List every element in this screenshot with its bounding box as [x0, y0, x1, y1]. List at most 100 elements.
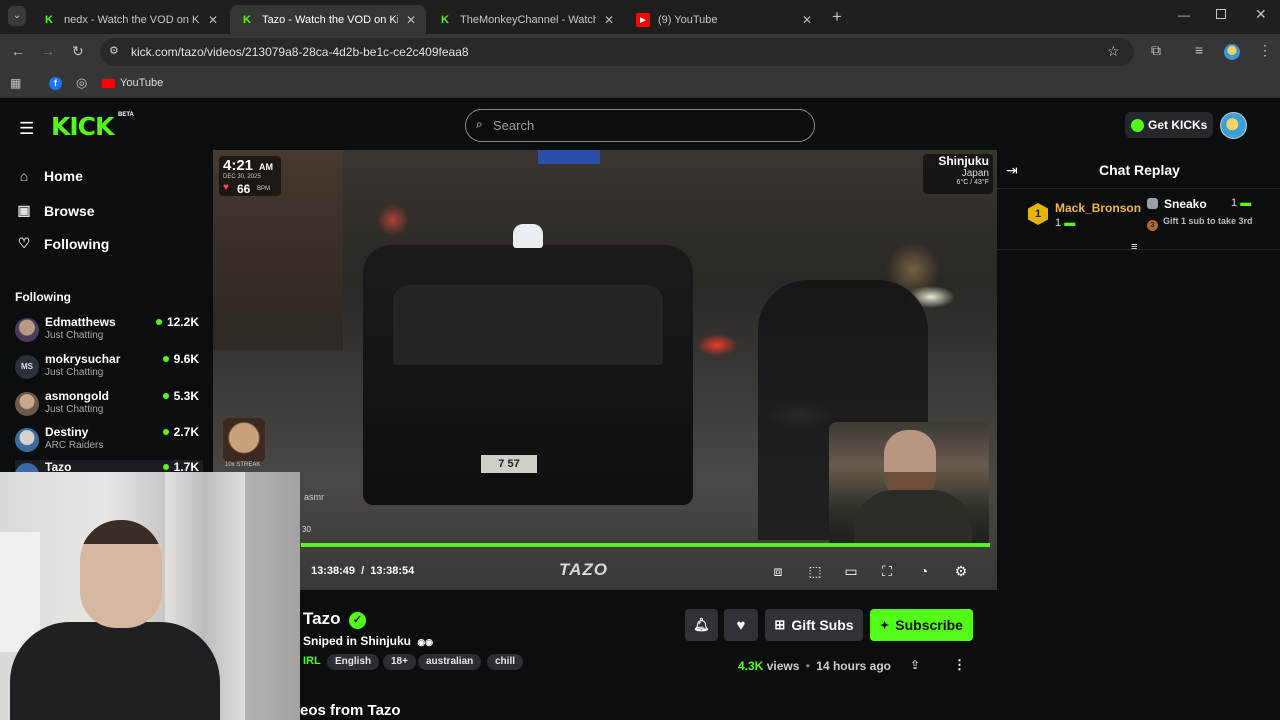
- eyes-emoji-icon: ◉◉: [417, 637, 434, 647]
- viewer-count-value: 12.2K: [166, 315, 199, 329]
- search-icon: ⌕: [476, 117, 483, 131]
- minimize-icon[interactable]: —: [1178, 8, 1190, 22]
- leaderboard-count-2: 1 ▬: [1231, 197, 1251, 209]
- gift-cta[interactable]: Gift 1 sub to take 3rd: [1163, 216, 1258, 226]
- leaderboard-name-1[interactable]: Mack_Bronson: [1055, 201, 1141, 215]
- expand-leaderboard-icon[interactable]: ≡: [1131, 241, 1137, 253]
- tab-title: nedx - Watch the VOD on Kick: [64, 13, 200, 26]
- video-progress-bar[interactable]: [301, 543, 991, 547]
- pip-icon[interactable]: ⧈: [770, 563, 786, 579]
- close-tab-icon[interactable]: ✕: [604, 13, 614, 27]
- fullscreen-icon[interactable]: ⛶: [879, 563, 895, 579]
- bookmark-star-icon[interactable]: ☆: [1107, 43, 1120, 60]
- overlay-bpm: 66: [237, 182, 251, 196]
- gift-subs-button[interactable]: ⊞ Gift Subs: [765, 609, 863, 641]
- subscribe-label: Subscribe: [895, 617, 963, 633]
- profile-avatar-icon[interactable]: [1224, 44, 1240, 60]
- avatar: [15, 318, 39, 342]
- overlay-time: 4:21: [223, 157, 254, 174]
- home-icon: ⌂: [19, 168, 29, 184]
- tab-tazo[interactable]: K Tazo - Watch the VOD on Kick ✕: [230, 5, 426, 34]
- tag-australian[interactable]: australian: [418, 654, 482, 670]
- restore-icon[interactable]: [1216, 9, 1226, 19]
- close-tab-icon[interactable]: ✕: [208, 13, 218, 27]
- subscribe-button[interactable]: ✦ Subscribe: [870, 609, 973, 641]
- search-input[interactable]: ⌕ Search: [465, 109, 815, 142]
- side-number: 30: [302, 525, 311, 534]
- share-icon[interactable]: ⇪: [910, 658, 920, 672]
- collapse-chat-icon[interactable]: ⇥: [1006, 162, 1018, 179]
- get-kicks-button[interactable]: Get KICKs: [1125, 112, 1213, 138]
- site-info-icon[interactable]: ⚙: [109, 44, 119, 57]
- kick-logo[interactable]: KICK: [51, 112, 114, 141]
- tag-chill[interactable]: chill: [487, 654, 524, 670]
- speed-icon[interactable]: ◔: [916, 563, 932, 579]
- gift-icon: ▬: [1064, 217, 1076, 229]
- followed-channel-tazo[interactable]: Tazo 1.7K: [15, 460, 203, 472]
- new-tab-button[interactable]: +: [832, 7, 842, 27]
- back-icon[interactable]: ←: [11, 43, 25, 59]
- chat-divider-2: [997, 249, 1280, 250]
- taxi-roof-sign: [513, 224, 543, 248]
- avatar: [15, 392, 39, 416]
- followed-channel-asmongold[interactable]: asmongold Just Chatting 5.3K: [15, 389, 203, 425]
- forward-icon[interactable]: →: [41, 43, 55, 59]
- channel-category: Just Chatting: [45, 367, 104, 378]
- more-options-icon[interactable]: ⋮: [953, 657, 966, 673]
- browser-menu-icon[interactable]: ⋮: [1258, 42, 1272, 59]
- heart-icon: ♡: [17, 235, 31, 251]
- youtube-bookmark[interactable]: YouTube: [102, 77, 163, 89]
- close-window-icon[interactable]: ✕: [1255, 6, 1267, 23]
- globe-bookmark-icon[interactable]: ◎: [76, 75, 87, 91]
- viewer-webcam: [0, 472, 300, 720]
- category-link[interactable]: IRL: [303, 655, 321, 667]
- viewer-count: 1.7K: [162, 460, 199, 472]
- tag-18plus[interactable]: 18+: [383, 654, 416, 670]
- time-ago: 14 hours ago: [816, 659, 891, 673]
- settings-gear-icon[interactable]: ⚙: [953, 563, 969, 579]
- location-country: Japan: [961, 168, 989, 179]
- clip-icon[interactable]: ⬚: [807, 563, 823, 579]
- extensions-icon[interactable]: ⧉: [1151, 42, 1161, 59]
- tab-nedx[interactable]: K nedx - Watch the VOD on Kick ✕: [32, 5, 228, 34]
- tab-youtube[interactable]: ▶ (9) YouTube ✕: [626, 5, 822, 34]
- address-input[interactable]: ⚙ kick.com/tazo/videos/213079a8-28ca-4d2…: [100, 38, 1134, 66]
- playback-time: 13:38:49 / 13:38:54: [311, 565, 414, 577]
- streak-emote: [223, 418, 265, 462]
- live-dot-icon: [162, 356, 169, 362]
- nav-following-label: Following: [44, 235, 110, 252]
- video-player[interactable]: 7 57 4:21 AM DEC 30, 2025 ♥ 66 BPM Shinj…: [213, 150, 997, 590]
- reload-icon[interactable]: ↻: [72, 43, 84, 60]
- user-avatar[interactable]: [1220, 112, 1247, 139]
- followed-channel-edmatthews[interactable]: Edmatthews Just Chatting 12.2K: [15, 315, 203, 351]
- tab-themonkeychannel[interactable]: K TheMonkeyChannel - Watch the ✕: [428, 5, 624, 34]
- license-plate: 7 57: [481, 455, 537, 473]
- verified-badge-icon: ✓: [349, 612, 366, 629]
- close-tab-icon[interactable]: ✕: [802, 13, 812, 27]
- viewer-count: 5.3K: [162, 389, 199, 403]
- facebook-bookmark-icon[interactable]: f: [49, 77, 62, 90]
- browser-tab-bar: ⌄ K nedx - Watch the VOD on Kick ✕ K Taz…: [0, 0, 1280, 34]
- live-dot-icon: [162, 464, 169, 470]
- theatre-mode-icon[interactable]: ▭: [843, 563, 859, 579]
- notification-bell-button[interactable]: 🔔︎: [685, 609, 718, 641]
- media-control-icon[interactable]: ≡: [1195, 42, 1203, 58]
- tag-english[interactable]: English: [327, 654, 380, 670]
- tab-search-chevron-icon[interactable]: ⌄: [8, 6, 26, 26]
- nav-browse[interactable]: ▣ Browse: [16, 202, 95, 219]
- followed-channel-destiny[interactable]: Destiny ARC Raiders 2.7K: [15, 425, 203, 461]
- apps-grid-icon[interactable]: ▦: [10, 76, 21, 90]
- youtube-icon: [102, 78, 115, 88]
- overlay-ampm: AM: [259, 162, 273, 172]
- followed-channel-mokrysuchar[interactable]: MS mokrysuchar Just Chatting 9.6K: [15, 352, 203, 388]
- close-tab-icon[interactable]: ✕: [406, 13, 416, 27]
- nav-home[interactable]: ⌂ Home: [16, 168, 83, 184]
- follow-heart-button[interactable]: ♥: [724, 609, 758, 641]
- channel-category: Just Chatting: [45, 330, 104, 341]
- nav-browse-label: Browse: [44, 202, 95, 219]
- nav-following[interactable]: ♡ Following: [16, 235, 110, 252]
- channel-name[interactable]: Tazo: [303, 609, 340, 629]
- gift-count: 1: [1231, 197, 1238, 209]
- leaderboard-name-2[interactable]: Sneako: [1164, 197, 1207, 211]
- hamburger-menu-icon[interactable]: ☰: [19, 119, 34, 139]
